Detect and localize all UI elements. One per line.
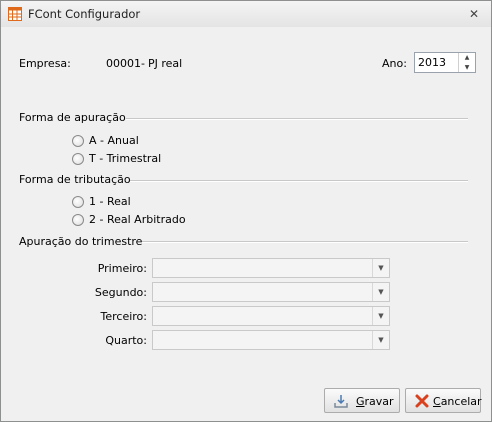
radio-real-label[interactable]: 1 - Real [89, 195, 131, 208]
trimestre-divider [142, 241, 468, 243]
radio-anual[interactable] [72, 135, 84, 147]
tributacao-divider [130, 180, 468, 182]
radio-trimestral[interactable] [72, 153, 84, 165]
radio-trimestral-label[interactable]: T - Trimestral [89, 152, 161, 165]
ano-value[interactable]: 2013 [418, 56, 446, 69]
tributacao-group-title: Forma de tributação [19, 173, 131, 186]
radio-anual-label[interactable]: A - Anual [89, 134, 139, 147]
apuracao-divider [126, 118, 468, 120]
segundo-select[interactable]: ▼ [152, 282, 390, 302]
close-icon[interactable]: ✕ [467, 7, 481, 21]
save-mnemonic: G [356, 395, 365, 408]
chevron-down-icon[interactable]: ▼ [372, 307, 389, 325]
terceiro-label: Terceiro: [100, 310, 148, 323]
chevron-down-icon[interactable]: ▼ [372, 283, 389, 301]
window-title: FCont Configurador [28, 7, 141, 21]
primeiro-select[interactable]: ▼ [152, 258, 390, 278]
radio-real[interactable] [72, 196, 84, 208]
empresa-label: Empresa: [19, 57, 71, 70]
ano-spinner[interactable]: 2013 ▲ ▼ [414, 52, 476, 73]
empresa-name: PJ real [148, 57, 183, 70]
save-icon [334, 395, 348, 408]
spin-up-icon[interactable]: ▲ [459, 53, 475, 62]
dialog-content: Empresa: 00001- PJ real Ano: 2013 ▲ ▼ Fo… [2, 28, 490, 420]
radio-real-arbitrado-label[interactable]: 2 - Real Arbitrado [89, 213, 186, 226]
save-label-rest: ravar [364, 395, 394, 408]
apuracao-group-title: Forma de apuração [19, 111, 126, 124]
title-bar: FCont Configurador ✕ [1, 1, 491, 27]
save-button[interactable]: Gravar [324, 388, 400, 413]
cancel-label-rest: ancelar [440, 395, 482, 408]
quarto-label: Quarto: [105, 334, 147, 347]
segundo-label: Segundo: [94, 286, 147, 299]
quarto-select[interactable]: ▼ [152, 330, 390, 350]
primeiro-label: Primeiro: [97, 262, 147, 275]
chevron-down-icon[interactable]: ▼ [372, 331, 389, 349]
configurator-window: FCont Configurador ✕ Empresa: 00001- PJ … [0, 0, 492, 422]
spreadsheet-icon [8, 7, 22, 21]
cancel-button[interactable]: Cancelar [405, 388, 482, 413]
chevron-down-icon[interactable]: ▼ [372, 259, 389, 277]
save-button-label: Gravar [356, 395, 394, 408]
terceiro-select[interactable]: ▼ [152, 306, 390, 326]
spinner-buttons: ▲ ▼ [458, 53, 475, 72]
ano-label: Ano: [382, 57, 407, 70]
empresa-code: 00001- [106, 57, 145, 70]
cancel-button-label: Cancelar [433, 395, 482, 408]
cancel-icon [415, 394, 429, 408]
radio-real-arbitrado[interactable] [72, 214, 84, 226]
trimestre-group-title: Apuração do trimestre [19, 235, 143, 248]
cancel-mnemonic: C [433, 395, 441, 408]
spin-down-icon[interactable]: ▼ [459, 63, 475, 72]
